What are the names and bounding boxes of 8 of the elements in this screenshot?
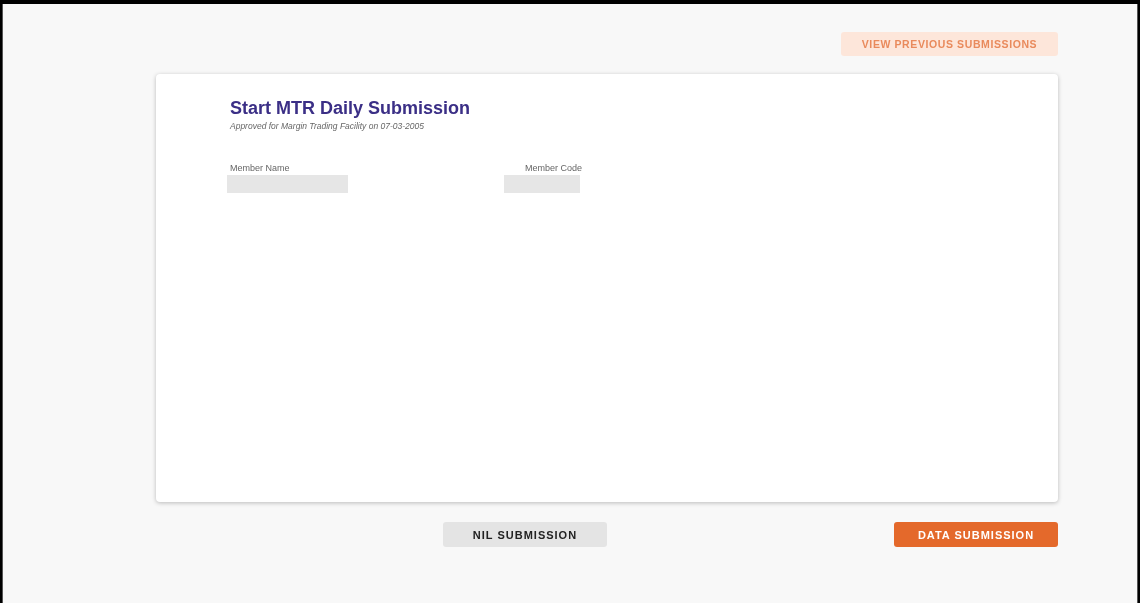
input-field[interactable] — [504, 175, 580, 193]
data-submission-button[interactable]: DATA SUBMISSION — [894, 522, 1058, 547]
form-title: Start MTR Daily Submission — [230, 98, 472, 119]
input-field[interactable] — [227, 175, 348, 193]
nil-submission-button[interactable]: NIL SUBMISSION — [443, 522, 607, 547]
form-subtitle: Approved for Margin Trading Facility on 07-03-2005 — [230, 121, 426, 131]
field-label: Member Code — [524, 163, 582, 173]
field-label: Member Name — [230, 163, 290, 173]
